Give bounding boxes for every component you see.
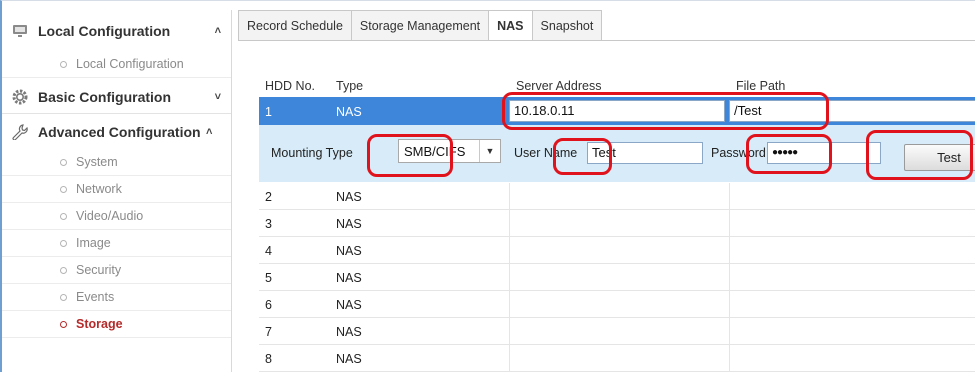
tab-nas[interactable]: NAS xyxy=(488,10,533,41)
password-input[interactable]: ●●●●● xyxy=(767,142,881,164)
hdd-no-cell: 3 xyxy=(265,217,272,231)
chevron-down-icon[interactable]: ˅ xyxy=(215,91,221,103)
sidebar-item-label: Security xyxy=(76,263,122,277)
table-row[interactable]: 4 NAS xyxy=(259,237,975,264)
hdd-no-cell: 5 xyxy=(265,271,272,285)
tab-underline xyxy=(238,40,975,41)
tab-bar: Record Schedule Storage Management NAS S… xyxy=(238,10,603,41)
column-header-hdd-no: HDD No. xyxy=(265,79,316,93)
bullet-icon xyxy=(60,320,67,328)
sidebar-section-label: Local Configuration xyxy=(38,23,171,39)
hdd-no-cell: 2 xyxy=(265,190,272,204)
cell-divider xyxy=(509,210,510,236)
server-address-input[interactable]: 10.18.0.11 xyxy=(509,100,725,122)
cell-divider xyxy=(729,210,730,236)
hdd-no-cell: 7 xyxy=(265,325,272,339)
sidebar-section-advanced-configuration[interactable]: Advanced Configuration ˄ xyxy=(2,118,231,146)
bullet-icon xyxy=(60,293,67,301)
chevron-up-icon[interactable]: ˄ xyxy=(215,25,221,37)
table-row[interactable]: 2 NAS xyxy=(259,183,975,210)
type-cell: NAS xyxy=(336,217,362,231)
table-row[interactable]: 5 NAS xyxy=(259,264,975,291)
test-button[interactable]: Test xyxy=(904,144,975,171)
cell-divider xyxy=(509,264,510,290)
hdd-no-cell: 1 xyxy=(265,105,272,119)
type-cell: NAS xyxy=(336,298,362,312)
tab-snapshot[interactable]: Snapshot xyxy=(531,10,603,40)
sidebar-section-label: Basic Configuration xyxy=(38,89,172,105)
tab-storage-management[interactable]: Storage Management xyxy=(350,10,490,40)
cell-divider xyxy=(729,264,730,290)
sidebar-item-label: System xyxy=(76,155,118,169)
sidebar-item-label: Storage xyxy=(76,317,123,331)
divider xyxy=(2,113,231,114)
mounting-type-select[interactable]: SMB/CIFS ▼ xyxy=(398,139,501,163)
user-name-label: User Name xyxy=(514,146,578,160)
sidebar-section-basic-configuration[interactable]: Basic Configuration ˅ xyxy=(2,83,231,111)
table-row[interactable]: 7 NAS xyxy=(259,318,975,345)
bullet-icon xyxy=(60,185,67,193)
bullet-icon xyxy=(60,266,67,274)
cell-divider xyxy=(509,183,510,209)
sidebar-item-security[interactable]: Security xyxy=(2,257,231,284)
cell-divider xyxy=(509,291,510,317)
type-cell: NAS xyxy=(336,352,362,366)
hdd-no-cell: 8 xyxy=(265,352,272,366)
sidebar-item-label: Local Configuration xyxy=(76,57,184,71)
bullet-icon xyxy=(60,60,67,68)
sidebar-item-system[interactable]: System xyxy=(2,149,231,176)
sidebar-item-label: Network xyxy=(76,182,122,196)
column-header-file-path: File Path xyxy=(736,79,786,93)
sidebar: Local Configuration ˄ Local Configuratio… xyxy=(2,10,232,372)
cell-divider xyxy=(729,318,730,344)
sidebar-item-video-audio[interactable]: Video/Audio xyxy=(2,203,231,230)
mounting-type-value: SMB/CIFS xyxy=(404,144,466,159)
table-row[interactable]: 6 NAS xyxy=(259,291,975,318)
file-path-input[interactable]: /Test xyxy=(729,100,975,122)
cell-divider xyxy=(729,183,730,209)
cell-divider xyxy=(509,318,510,344)
mounting-panel: Mounting Type SMB/CIFS ▼ User Name Test … xyxy=(259,125,975,182)
wrench-icon xyxy=(12,124,28,140)
cell-divider xyxy=(729,291,730,317)
type-cell: NAS xyxy=(336,105,362,119)
chevron-up-icon[interactable]: ˄ xyxy=(206,126,212,138)
gear-icon xyxy=(12,89,28,105)
hdd-no-cell: 4 xyxy=(265,244,272,258)
monitor-icon xyxy=(12,23,28,39)
sidebar-item-events[interactable]: Events xyxy=(2,284,231,311)
type-cell: NAS xyxy=(336,325,362,339)
sidebar-item-storage[interactable]: Storage xyxy=(2,311,231,338)
main-panel: Record Schedule Storage Management NAS S… xyxy=(234,0,975,372)
column-header-server-address: Server Address xyxy=(516,79,602,93)
table-row[interactable]: 3 NAS xyxy=(259,210,975,237)
sidebar-section-label: Advanced Configuration xyxy=(38,124,201,140)
mounting-type-label: Mounting Type xyxy=(271,146,353,160)
type-cell: NAS xyxy=(336,271,362,285)
table-row-selected[interactable]: 1 NAS 10.18.0.11 /Test xyxy=(259,97,975,125)
sidebar-item-label: Image xyxy=(76,236,111,250)
dropdown-arrow-icon[interactable]: ▼ xyxy=(479,140,500,162)
hdd-no-cell: 6 xyxy=(265,298,272,312)
tab-record-schedule[interactable]: Record Schedule xyxy=(238,10,352,40)
cell-divider xyxy=(509,345,510,371)
sidebar-item-label: Video/Audio xyxy=(76,209,144,223)
table-row[interactable]: 8 NAS xyxy=(259,345,975,372)
bullet-icon xyxy=(60,212,67,220)
bullet-icon xyxy=(60,158,67,166)
sidebar-item-local-configuration[interactable]: Local Configuration xyxy=(2,51,231,78)
sidebar-item-label: Events xyxy=(76,290,115,304)
password-label: Password xyxy=(711,146,766,160)
sidebar-item-image[interactable]: Image xyxy=(2,230,231,257)
cell-divider xyxy=(509,237,510,263)
cell-divider xyxy=(729,237,730,263)
cell-divider xyxy=(729,345,730,371)
sidebar-section-local-configuration[interactable]: Local Configuration ˄ xyxy=(2,17,231,45)
type-cell: NAS xyxy=(336,244,362,258)
column-header-type: Type xyxy=(336,79,364,93)
type-cell: NAS xyxy=(336,190,362,204)
user-name-input[interactable]: Test xyxy=(587,142,703,164)
sidebar-item-network[interactable]: Network xyxy=(2,176,231,203)
bullet-icon xyxy=(60,239,67,247)
